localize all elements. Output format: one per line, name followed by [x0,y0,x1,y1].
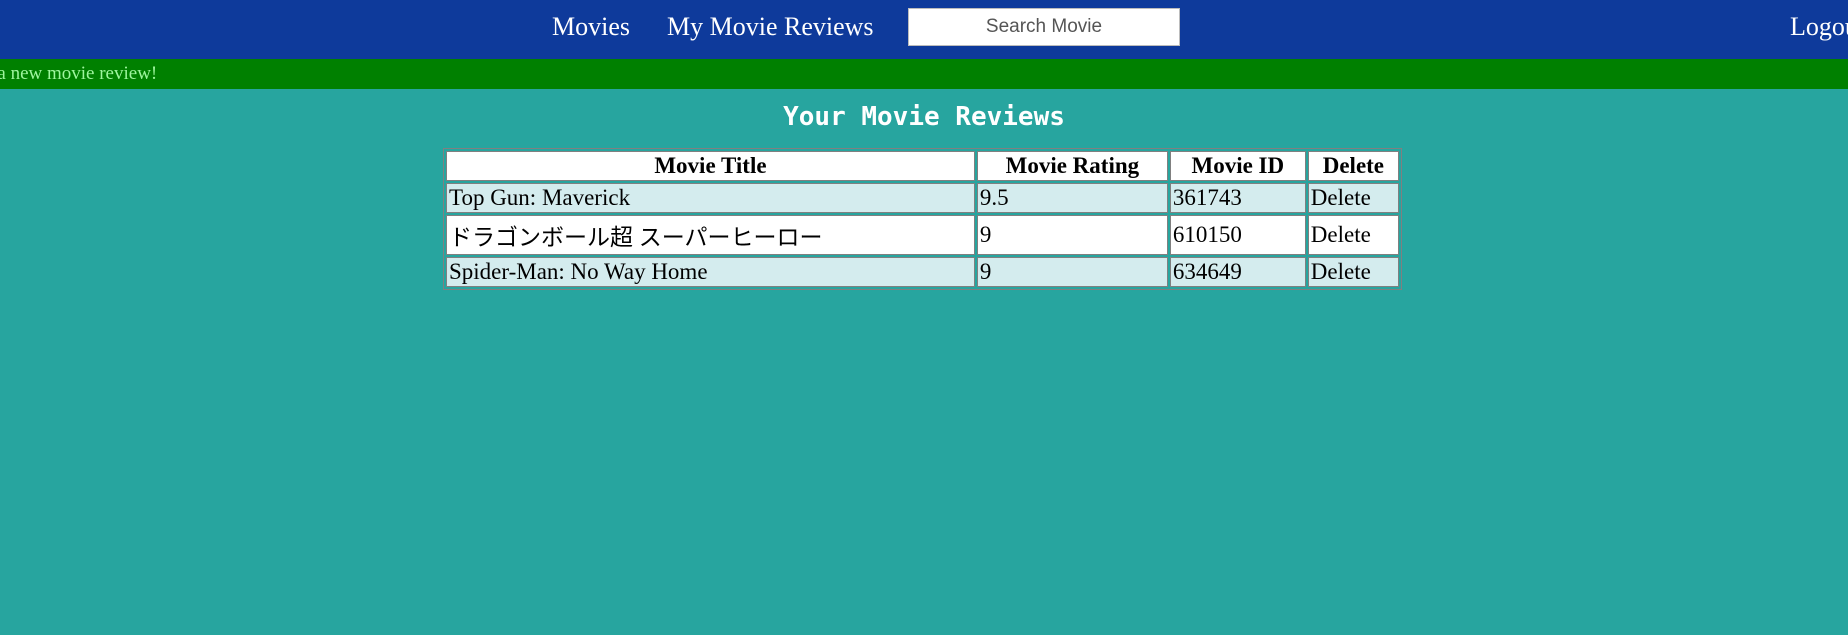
cell-movie-rating: 9 [976,257,1168,287]
header-movie-rating: Movie Rating [976,151,1168,181]
cell-movie-title: Spider-Man: No Way Home [446,257,975,287]
top-navbar: Movies My Movie Reviews Logout [0,0,1848,59]
table-row: ドラゴンボール超 スーパーヒーロー 9 610150 Delete [446,215,1399,255]
reviews-table: Movie Title Movie Rating Movie ID Delete… [443,148,1402,290]
delete-link[interactable]: Delete [1307,257,1399,287]
cell-movie-title: ドラゴンボール超 スーパーヒーロー [446,215,975,255]
table-row: Top Gun: Maverick 9.5 361743 Delete [446,183,1399,213]
cell-movie-title: Top Gun: Maverick [446,183,975,213]
nav-link-movies[interactable]: Movies [552,12,630,42]
header-movie-id: Movie ID [1169,151,1306,181]
delete-link[interactable]: Delete [1307,183,1399,213]
cell-movie-id: 634649 [1169,257,1306,287]
header-delete: Delete [1307,151,1399,181]
delete-link[interactable]: Delete [1307,215,1399,255]
table-header-row: Movie Title Movie Rating Movie ID Delete [446,151,1399,181]
search-input[interactable] [908,8,1180,46]
table-row: Spider-Man: No Way Home 9 634649 Delete [446,257,1399,287]
cell-movie-id: 361743 [1169,183,1306,213]
nav-link-logout[interactable]: Logout [1790,12,1848,42]
cell-movie-rating: 9 [976,215,1168,255]
header-movie-title: Movie Title [446,151,975,181]
nav-link-my-movie-reviews[interactable]: My Movie Reviews [667,12,874,42]
page-title: Your Movie Reviews [783,102,1065,132]
cell-movie-rating: 9.5 [976,183,1168,213]
flash-message: Added a new movie review! [0,63,158,84]
cell-movie-id: 610150 [1169,215,1306,255]
flash-banner: Added a new movie review! [0,59,1848,89]
